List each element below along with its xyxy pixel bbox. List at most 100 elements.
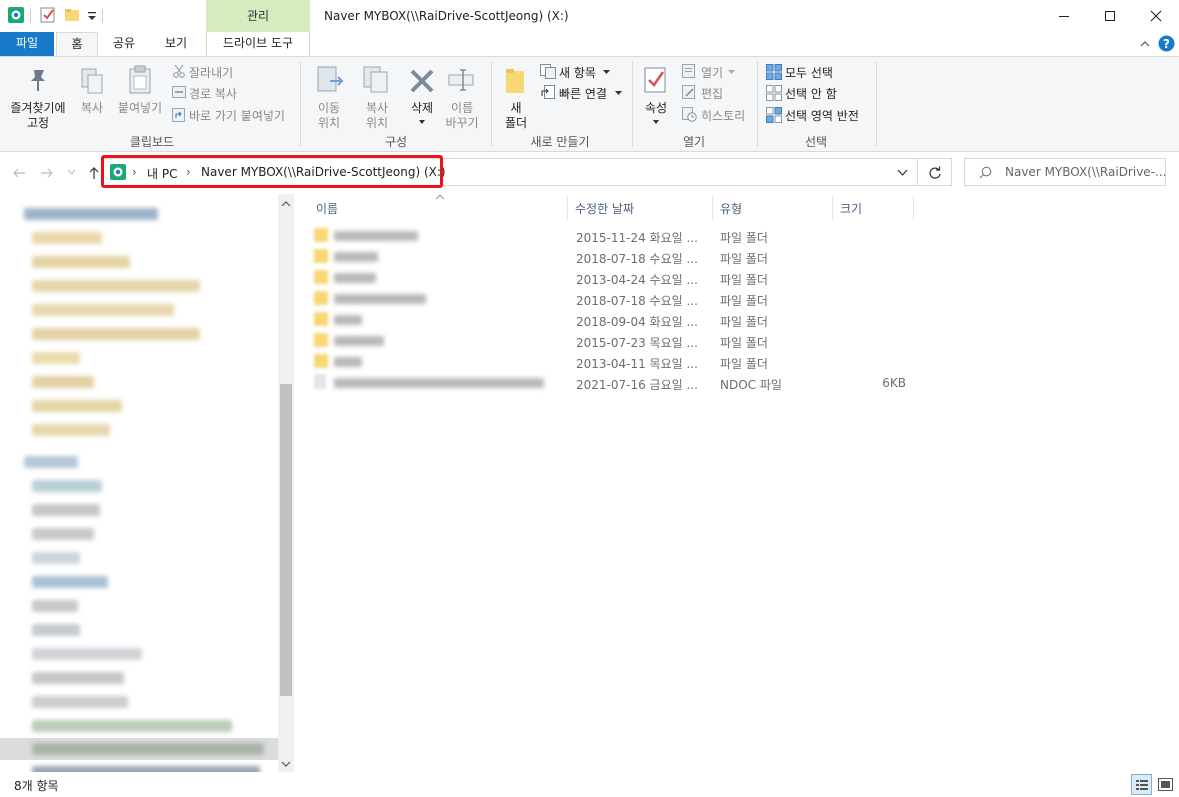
nav-scrollbar-thumb[interactable]: [280, 384, 292, 696]
nav-tree-item[interactable]: [32, 743, 264, 755]
nav-tree-item[interactable]: [32, 648, 142, 660]
folder-icon: [314, 291, 328, 305]
properties-icon: [644, 67, 666, 93]
nav-tree-item[interactable]: [32, 256, 130, 268]
column-divider[interactable]: [832, 196, 833, 220]
nav-tree-item[interactable]: [32, 672, 124, 684]
ribbon: 즐겨찾기에 고정 복사 붙여넣기 잘라내기 경로 복사 바로 가기 붙여넣기 클…: [0, 56, 1179, 152]
history-button[interactable]: 히스토리: [680, 105, 752, 125]
nav-tree-item[interactable]: [32, 280, 200, 292]
manage-contextual-tab[interactable]: 관리: [206, 0, 310, 32]
paste-shortcut-label: 바로 가기 붙여넣기: [189, 109, 285, 123]
up-arrow-icon[interactable]: [87, 166, 101, 180]
nav-tree-item[interactable]: [24, 208, 158, 220]
file-row[interactable]: 2015-11-24 화요일 ... 파일 폴더: [314, 226, 904, 247]
nav-tree-item[interactable]: [32, 720, 232, 732]
nav-tree-item[interactable]: [32, 328, 200, 340]
new-item-dropdown-icon: [603, 70, 610, 74]
pin-to-quick-access-button[interactable]: 즐겨찾기에 고정: [4, 61, 72, 131]
paste-button[interactable]: 붙여넣기: [114, 61, 166, 131]
column-divider[interactable]: [712, 196, 713, 220]
file-row[interactable]: 2013-04-24 수요일 ... 파일 폴더: [314, 268, 904, 289]
nav-tree-item[interactable]: [32, 232, 102, 244]
invert-selection-button[interactable]: 선택 영역 반전: [764, 105, 872, 125]
tab-file[interactable]: 파일: [0, 32, 54, 56]
column-header-size[interactable]: 크기: [840, 200, 862, 217]
file-row[interactable]: 2018-07-18 수요일 ... 파일 폴더: [314, 289, 904, 310]
column-header-name[interactable]: 이름: [316, 200, 338, 217]
close-icon: [1150, 10, 1162, 22]
tab-view[interactable]: 보기: [152, 32, 200, 56]
refresh-button[interactable]: [918, 158, 952, 186]
open-button[interactable]: 열기: [680, 62, 750, 82]
file-row[interactable]: 2013-04-11 목요일 ... 파일 폴더: [314, 352, 904, 373]
delete-button[interactable]: 삭제: [404, 61, 440, 131]
nav-tree-item[interactable]: [32, 400, 122, 412]
maximize-button[interactable]: [1087, 0, 1133, 32]
nav-tree-item[interactable]: [32, 424, 110, 436]
folder-icon: [314, 249, 328, 263]
recent-locations-chevron-icon[interactable]: [67, 169, 76, 176]
nav-tree-item[interactable]: [32, 600, 78, 612]
nav-tree-item[interactable]: [32, 576, 108, 588]
column-divider[interactable]: [913, 196, 914, 220]
minimize-button[interactable]: [1041, 0, 1087, 32]
file-type: 파일 폴더: [720, 252, 768, 266]
nav-tree-item[interactable]: [32, 528, 94, 540]
nav-tree-item[interactable]: [32, 504, 100, 516]
column-divider[interactable]: [567, 196, 568, 220]
customize-qat-dropdown-icon[interactable]: [84, 7, 100, 23]
raidrive-app-icon[interactable]: [8, 7, 24, 23]
file-row[interactable]: 2015-07-23 목요일 ... 파일 폴더: [314, 331, 904, 352]
file-row[interactable]: 2018-09-04 화요일 ... 파일 폴더: [314, 310, 904, 331]
open-dropdown-icon: [728, 70, 735, 74]
nav-tree-item[interactable]: [32, 376, 94, 388]
nav-tree-item[interactable]: [32, 352, 80, 364]
nav-tree-item[interactable]: [32, 552, 80, 564]
copy-to-button[interactable]: 복사 위치: [354, 61, 400, 131]
edit-button[interactable]: 편집: [680, 83, 750, 103]
file-row[interactable]: 2018-07-18 수요일 ... 파일 폴더: [314, 247, 904, 268]
scroll-up-icon[interactable]: [281, 200, 291, 208]
tab-drive-tools[interactable]: 드라이브 도구: [206, 32, 310, 56]
properties-check-icon[interactable]: [40, 7, 56, 23]
select-all-button[interactable]: 모두 선택: [764, 62, 864, 82]
nav-tree-item[interactable]: [32, 480, 102, 492]
scroll-down-icon[interactable]: [281, 760, 291, 768]
copy-button[interactable]: 복사: [74, 61, 110, 131]
help-icon[interactable]: ?: [1158, 35, 1175, 52]
tab-home[interactable]: 홈: [56, 32, 98, 57]
new-folder-qat-icon[interactable]: [64, 7, 80, 23]
new-item-button[interactable]: 새 항목: [538, 62, 626, 82]
new-folder-label-2: 폴더: [504, 116, 528, 130]
rename-button[interactable]: 이름 바꾸기: [440, 61, 484, 131]
search-box[interactable]: Naver MYBOX(\\RaiDrive-...: [964, 158, 1166, 186]
details-view-button[interactable]: [1131, 774, 1152, 795]
easy-access-button[interactable]: 빠른 연결: [538, 83, 628, 103]
large-icons-view-button[interactable]: [1155, 774, 1176, 795]
collapse-ribbon-icon[interactable]: [1139, 38, 1151, 50]
copy-path-button[interactable]: 경로 복사: [170, 83, 292, 103]
move-to-button[interactable]: 이동 위치: [306, 61, 352, 131]
nav-tree-item[interactable]: [32, 696, 128, 708]
navigation-pane[interactable]: [0, 194, 295, 772]
file-list[interactable]: 이름 수정한 날짜 유형 크기 2015-11-24 화요일 ... 파일 폴더…: [296, 194, 1179, 772]
tab-share[interactable]: 공유: [102, 32, 146, 56]
forward-arrow-icon[interactable]: [40, 166, 54, 180]
nav-tree-item[interactable]: [32, 624, 80, 636]
document-icon: [314, 374, 326, 389]
properties-button[interactable]: 속성: [636, 61, 676, 131]
delete-x-icon: [410, 69, 434, 93]
cut-button[interactable]: 잘라내기: [170, 62, 292, 82]
column-header-modified[interactable]: 수정한 날짜: [575, 200, 634, 217]
nav-tree-item[interactable]: [24, 456, 78, 468]
address-history-chevron-icon[interactable]: [897, 169, 908, 176]
back-arrow-icon[interactable]: [12, 166, 26, 180]
close-button[interactable]: [1133, 0, 1179, 32]
new-folder-button[interactable]: 새 폴더: [496, 61, 536, 131]
paste-shortcut-button[interactable]: 바로 가기 붙여넣기: [170, 105, 296, 125]
nav-tree-item[interactable]: [32, 304, 174, 316]
column-header-type[interactable]: 유형: [720, 200, 742, 217]
select-none-button[interactable]: 선택 안 함: [764, 83, 864, 103]
file-row[interactable]: 2021-07-16 금요일 ... NDOC 파일 6KB: [314, 373, 906, 394]
